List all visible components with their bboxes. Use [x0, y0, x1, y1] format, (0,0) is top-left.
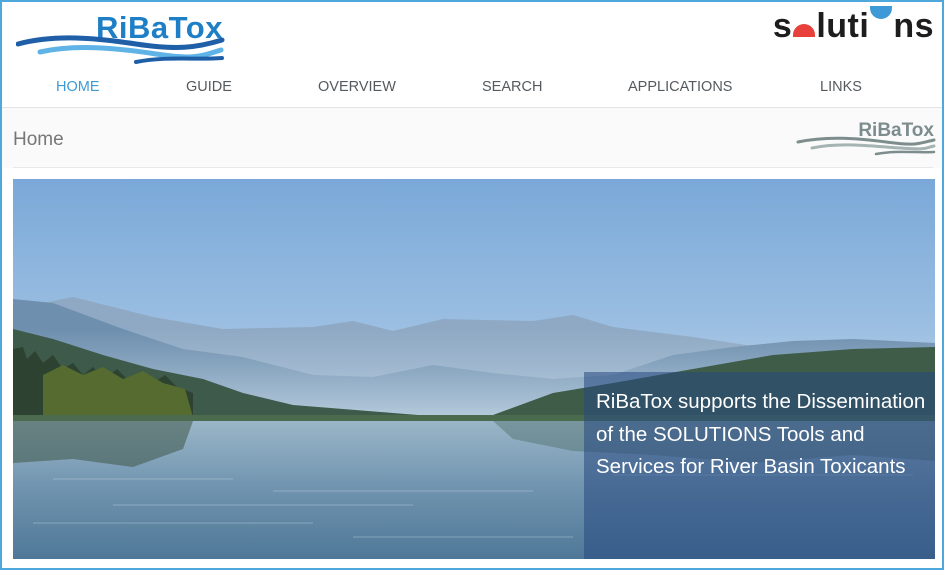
nav-item-applications[interactable]: APPLICATIONS: [628, 79, 732, 95]
solutions-water-drop-icon: [870, 6, 893, 19]
nav-item-home[interactable]: HOME: [56, 79, 100, 95]
main-nav: HOME GUIDE OVERVIEW SEARCH APPLICATIONS …: [2, 73, 942, 107]
nav-item-overview[interactable]: OVERVIEW: [318, 79, 396, 95]
ribatox-logo[interactable]: RiBaTox: [16, 8, 226, 68]
page-title: Home: [13, 129, 64, 150]
nav-item-guide[interactable]: GUIDE: [186, 79, 232, 95]
solutions-wordmark-part: s: [772, 7, 793, 45]
hero-banner: RiBaTox supports the Dissemination of th…: [13, 179, 935, 559]
small-wave-icon: [796, 136, 936, 156]
solutions-wordmark-part: ns: [893, 7, 934, 45]
hero-caption-overlay: RiBaTox supports the Dissemination of th…: [584, 372, 935, 559]
nav-item-search[interactable]: SEARCH: [482, 79, 542, 95]
hero-caption-text: RiBaTox supports the Dissemination of th…: [596, 390, 926, 478]
page-frame: RiBaTox s luti ns HOME GUIDE OVERVIEW SEAR…: [0, 0, 944, 570]
header-divider: [13, 167, 933, 168]
ribatox-small-logo: RiBaTox: [796, 120, 936, 160]
solutions-half-sun-icon: [793, 24, 816, 37]
solutions-logo[interactable]: s luti ns: [773, 6, 934, 46]
page-header: Home RiBaTox: [2, 108, 942, 168]
nav-item-links[interactable]: LINKS: [820, 79, 862, 95]
wave-icon: [16, 35, 225, 64]
solutions-wordmark-part: luti: [816, 7, 870, 45]
